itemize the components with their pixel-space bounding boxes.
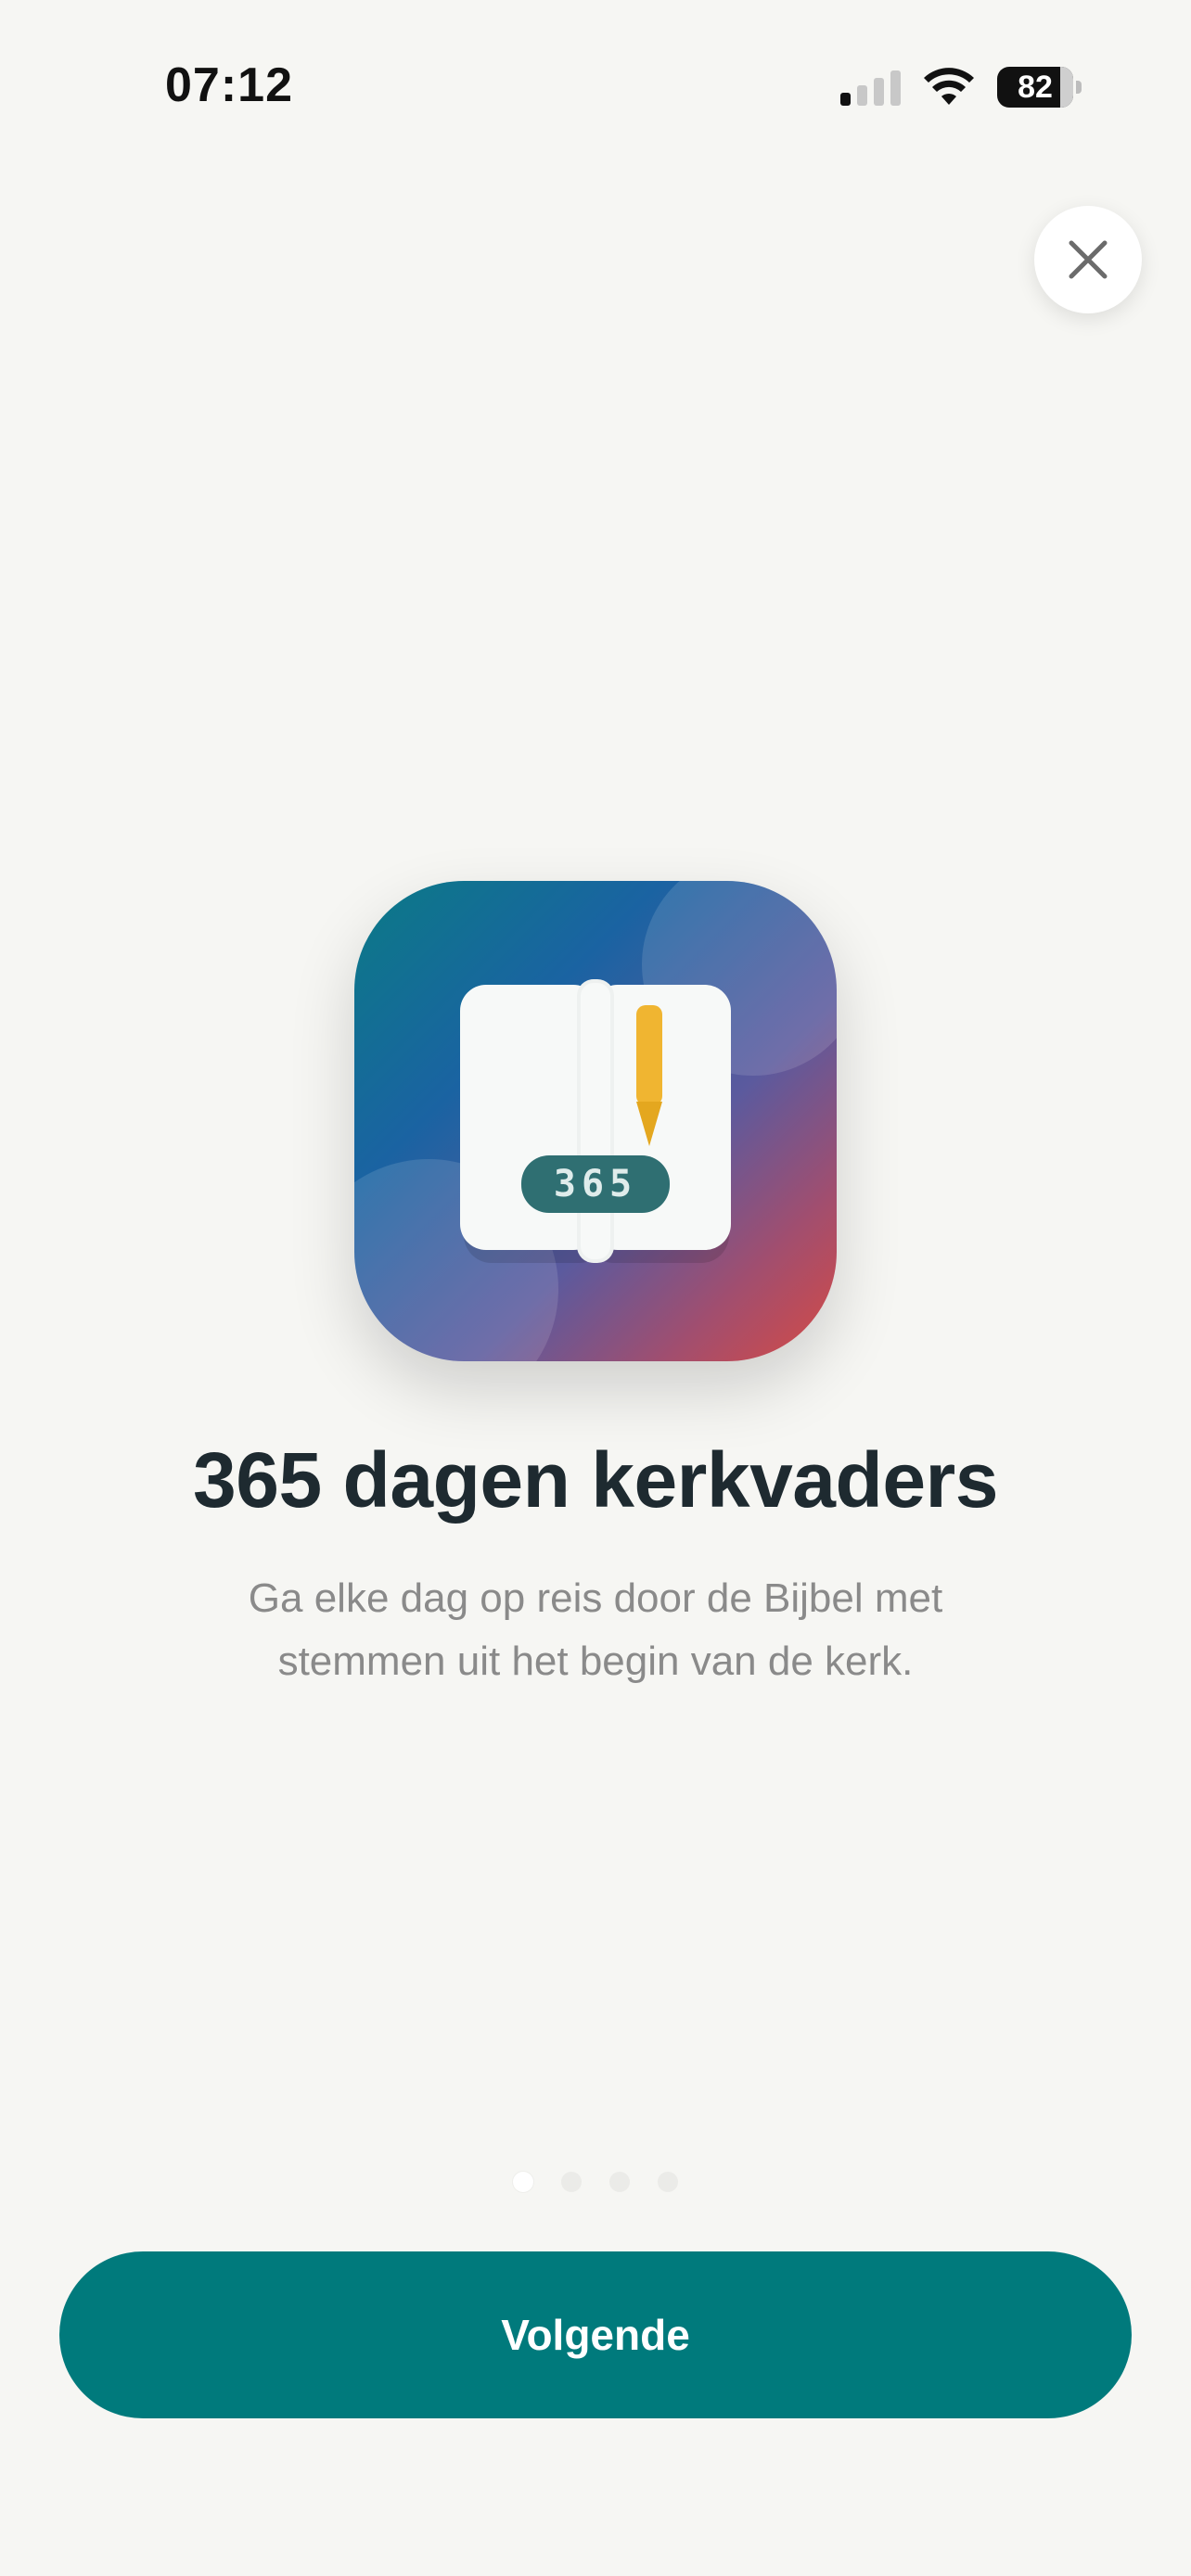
page-indicator (0, 2172, 1191, 2192)
page-dot-3[interactable] (609, 2172, 630, 2192)
page-dot-1[interactable] (513, 2172, 533, 2192)
app-icon-badge-text: 365 (553, 1163, 638, 1205)
page-dot-4[interactable] (658, 2172, 678, 2192)
status-time: 07:12 (165, 58, 293, 112)
close-icon (1069, 240, 1108, 279)
onboarding-subtitle: Ga elke dag op reis door de Bijbel met s… (248, 1575, 943, 1684)
onboarding-title: 365 dagen kerkvaders (193, 1436, 998, 1524)
status-bar: 07:12 82 (0, 0, 1191, 176)
battery-percent: 82 (1018, 69, 1053, 105)
cellular-signal-icon (840, 69, 901, 106)
app-icon: 365 (354, 881, 837, 1361)
onboarding-screen: 07:12 82 365 365 dagen kerkvaders Ga elk… (0, 0, 1191, 2576)
book-pencil-icon (460, 979, 731, 1263)
close-button[interactable] (1034, 206, 1142, 313)
next-button[interactable]: Volgende (59, 2251, 1132, 2418)
page-dot-2[interactable] (561, 2172, 582, 2192)
status-icons: 82 (840, 65, 1082, 109)
battery-icon: 82 (997, 67, 1082, 108)
wifi-icon (923, 68, 975, 107)
